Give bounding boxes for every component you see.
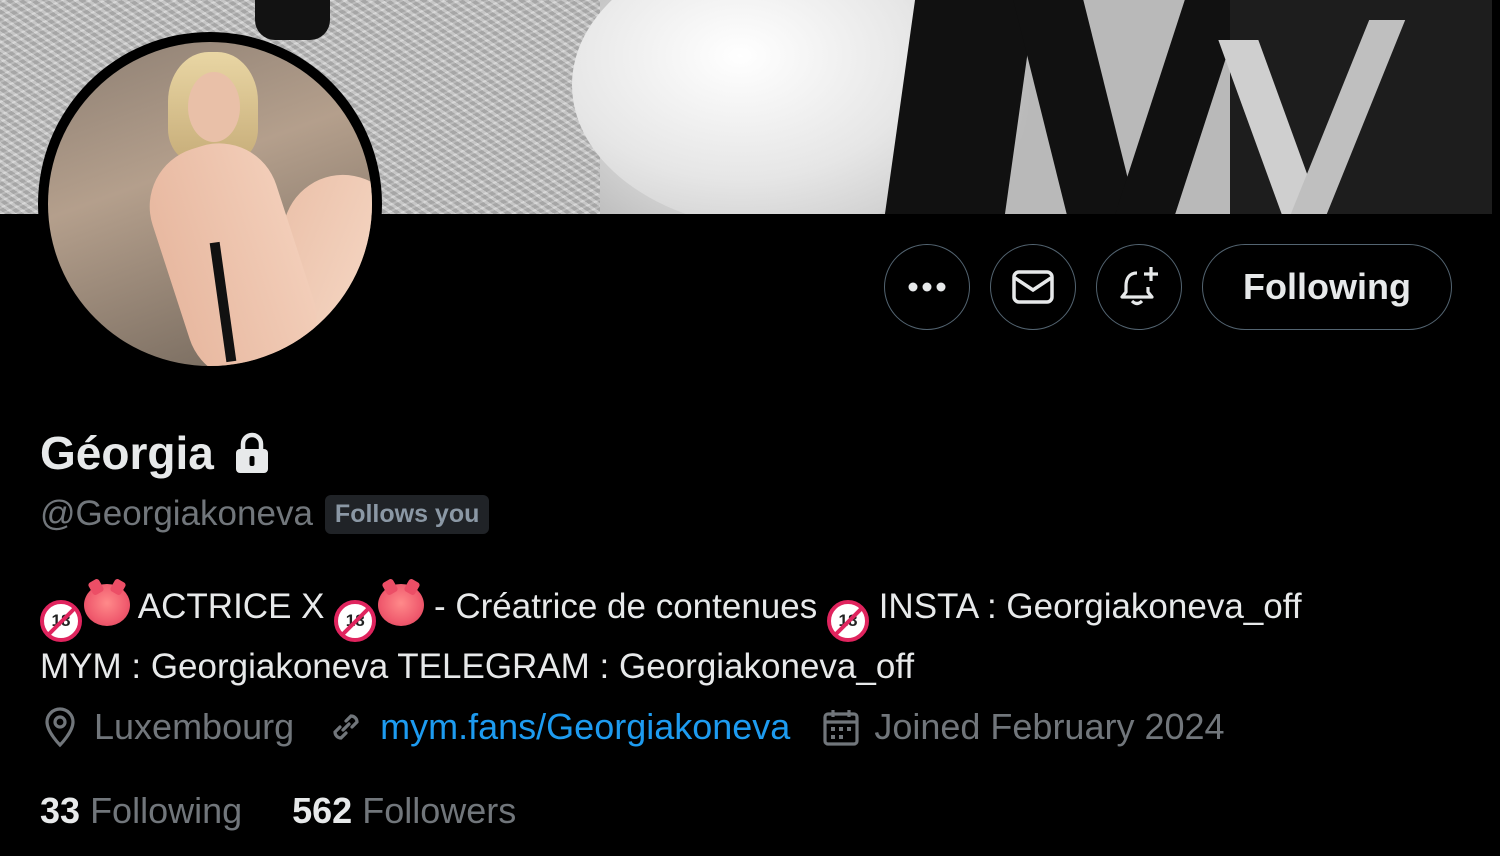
followers-label: Followers — [362, 790, 517, 831]
no-under-18-emoji: 18 — [40, 600, 82, 642]
more-dots-icon — [908, 282, 946, 292]
profile-actions: Following — [884, 244, 1452, 330]
location-pin-icon — [45, 707, 75, 748]
bell-plus-icon — [1120, 267, 1159, 306]
avatar-photo — [48, 42, 372, 366]
banner-boot-shape — [255, 0, 330, 40]
profile-handle-row: @Georgiakoneva Follows you — [40, 494, 490, 534]
location-text: Luxembourg — [94, 706, 295, 747]
following-label: Following — [90, 790, 243, 831]
no-under-18-emoji: 18 — [334, 600, 377, 642]
bio-text: - Créatrice de contenues — [433, 587, 818, 626]
lock-icon — [235, 432, 268, 473]
following-count: 33 — [40, 790, 81, 831]
following-button[interactable]: Following — [1202, 244, 1452, 330]
website-link[interactable]: mym.fans/Georgiakoneva — [380, 706, 790, 748]
bio-text: ACTRICE X — [137, 587, 325, 626]
website-item[interactable]: mym.fans/Georgiakoneva — [326, 706, 790, 748]
link-icon — [333, 714, 359, 740]
profile-bio: 18 ACTRICE X 18 - Créatrice de contenues… — [40, 582, 1460, 692]
more-button[interactable] — [884, 244, 971, 330]
banner-strap — [1115, 0, 1245, 214]
banner-strap — [1013, 0, 1137, 214]
bio-text-line2: MYM : Georgiakoneva TELEGRAM : Georgiako… — [40, 647, 915, 686]
envelope-icon — [1012, 270, 1054, 304]
profile-meta: Luxembourg mym.fans/Georgiakoneva Joined… — [40, 706, 1257, 748]
profile-handle: @Georgiakoneva — [40, 494, 313, 533]
location-item: Luxembourg — [40, 706, 294, 748]
followers-count: 562 — [292, 790, 353, 831]
message-button[interactable] — [990, 244, 1077, 330]
hot-face-emoji — [84, 584, 130, 626]
profile-name: Géorgia — [40, 427, 214, 479]
joined-item: Joined February 2024 — [822, 706, 1225, 748]
joined-text: Joined February 2024 — [874, 706, 1225, 747]
following-stat[interactable]: 33 Following — [40, 790, 242, 832]
profile-stats: 33 Following 562 Followers — [40, 790, 516, 832]
bio-text: INSTA : Georgiakoneva_off — [878, 587, 1302, 626]
notify-button[interactable] — [1096, 244, 1183, 330]
profile-avatar[interactable] — [38, 32, 382, 376]
followers-stat[interactable]: 562 Followers — [292, 790, 516, 832]
no-under-18-emoji: 18 — [826, 600, 869, 642]
calendar-icon — [823, 710, 859, 746]
follows-you-badge: Follows you — [324, 494, 490, 534]
profile-name-row: Géorgia — [40, 426, 270, 480]
avatar-shape — [188, 72, 240, 142]
hot-face-emoji — [378, 584, 425, 626]
